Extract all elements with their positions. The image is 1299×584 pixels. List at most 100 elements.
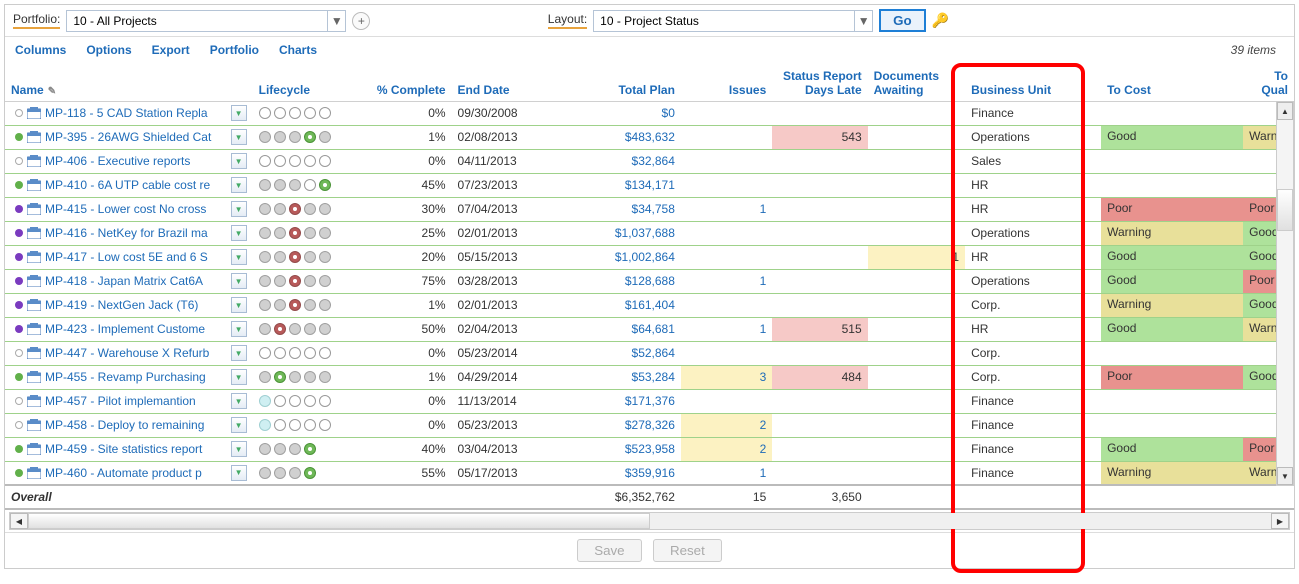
menu-options[interactable]: Options	[86, 43, 131, 57]
project-link[interactable]: MP-460 - Automate product p	[45, 466, 227, 480]
row-menu-button[interactable]: ▼	[231, 225, 247, 241]
col-plan[interactable]: Total Plan	[573, 63, 681, 101]
row-menu-button[interactable]: ▼	[231, 441, 247, 457]
to-cost	[1101, 101, 1243, 125]
project-link[interactable]: MP-415 - Lower cost No cross	[45, 202, 227, 216]
vscroll-thumb[interactable]	[1277, 189, 1293, 231]
project-link[interactable]: MP-455 - Revamp Purchasing	[45, 370, 227, 384]
row-menu-button[interactable]: ▼	[231, 273, 247, 289]
business-unit: Sales	[965, 149, 1101, 173]
phase-dot-icon	[304, 347, 316, 359]
col-end[interactable]: End Date	[452, 63, 574, 101]
row-menu-button[interactable]: ▼	[231, 297, 247, 313]
col-name[interactable]: Name✎	[5, 63, 253, 101]
go-button[interactable]: Go	[879, 9, 926, 32]
horizontal-scrollbar[interactable]: ◀ ▶	[9, 512, 1290, 530]
row-menu-button[interactable]: ▼	[231, 105, 247, 121]
layout-combo[interactable]: ▼	[593, 10, 873, 32]
end-date: 02/01/2013	[452, 293, 574, 317]
phase-dot-icon	[274, 275, 286, 287]
row-menu-button[interactable]: ▼	[231, 153, 247, 169]
phase-dot-icon	[259, 227, 271, 239]
project-link[interactable]: MP-417 - Low cost 5E and 6 S	[45, 250, 227, 264]
issues[interactable]: 1	[681, 317, 772, 341]
scroll-up-icon[interactable]: ▲	[1277, 102, 1293, 120]
col-bu[interactable]: Business Unit	[965, 63, 1101, 101]
col-lifecycle[interactable]: Lifecycle	[253, 63, 352, 101]
portfolio-combo[interactable]: ▼	[66, 10, 346, 32]
project-link[interactable]: MP-118 - 5 CAD Station Repla	[45, 106, 227, 120]
chevron-down-icon[interactable]: ▼	[327, 11, 345, 31]
menu-export[interactable]: Export	[152, 43, 190, 57]
project-link[interactable]: MP-418 - Japan Matrix Cat6A	[45, 274, 227, 288]
phase-dot-icon	[304, 371, 316, 383]
pencil-icon[interactable]: ✎	[48, 86, 56, 97]
project-icon	[27, 131, 41, 143]
menu-portfolio[interactable]: Portfolio	[210, 43, 259, 57]
add-portfolio-button[interactable]: +	[352, 12, 370, 30]
issues[interactable]: 1	[681, 461, 772, 485]
to-cost	[1101, 173, 1243, 197]
issues[interactable]: 3	[681, 365, 772, 389]
lifecycle-indicator	[259, 299, 346, 311]
table-row: MP-410 - 6A UTP cable cost re▼45%07/23/2…	[5, 173, 1294, 197]
issues[interactable]: 2	[681, 437, 772, 461]
row-menu-button[interactable]: ▼	[231, 345, 247, 361]
scroll-down-icon[interactable]: ▼	[1277, 467, 1293, 485]
col-cost[interactable]: To Cost	[1101, 63, 1243, 101]
row-menu-button[interactable]: ▼	[231, 249, 247, 265]
project-link[interactable]: MP-419 - NextGen Jack (T6)	[45, 298, 227, 312]
project-link[interactable]: MP-423 - Implement Custome	[45, 322, 227, 336]
scroll-right-icon[interactable]: ▶	[1271, 513, 1289, 529]
row-menu-button[interactable]: ▼	[231, 417, 247, 433]
menu-charts[interactable]: Charts	[279, 43, 317, 57]
project-link[interactable]: MP-416 - NetKey for Brazil ma	[45, 226, 227, 240]
col-pct[interactable]: % Complete	[352, 63, 451, 101]
row-menu-button[interactable]: ▼	[231, 369, 247, 385]
row-menu-button[interactable]: ▼	[231, 321, 247, 337]
project-icon	[27, 251, 41, 263]
col-docs[interactable]: Documents Awaiting	[868, 63, 965, 101]
col-qual[interactable]: To Qual	[1243, 63, 1294, 101]
scroll-left-icon[interactable]: ◀	[10, 513, 28, 529]
table-row: MP-455 - Revamp Purchasing▼1%04/29/2014$…	[5, 365, 1294, 389]
table-row: MP-457 - Pilot implemantion▼0%11/13/2014…	[5, 389, 1294, 413]
status-dot-icon	[15, 229, 23, 237]
menu-columns[interactable]: Columns	[15, 43, 66, 57]
issues[interactable]: 1	[681, 197, 772, 221]
col-issues[interactable]: Issues	[681, 63, 772, 101]
row-menu-button[interactable]: ▼	[231, 129, 247, 145]
project-icon	[27, 371, 41, 383]
vertical-scrollbar[interactable]: ▲ ▼	[1276, 101, 1294, 486]
docs-awaiting	[868, 149, 965, 173]
issues[interactable]: 2	[681, 413, 772, 437]
pct-complete: 30%	[352, 197, 451, 221]
row-menu-button[interactable]: ▼	[231, 201, 247, 217]
header-row: Name✎ Lifecycle % Complete End Date Tota…	[5, 63, 1294, 101]
chevron-down-icon[interactable]: ▼	[854, 11, 872, 31]
phase-dot-icon	[319, 395, 331, 407]
col-days-late[interactable]: Status Report Days Late	[772, 63, 867, 101]
project-link[interactable]: MP-457 - Pilot implemantion	[45, 394, 227, 408]
project-link[interactable]: MP-410 - 6A UTP cable cost re	[45, 178, 227, 192]
layout-input[interactable]	[594, 12, 854, 30]
hscroll-thumb[interactable]	[28, 513, 650, 529]
row-menu-button[interactable]: ▼	[231, 465, 247, 481]
status-dot-icon	[15, 421, 23, 429]
project-link[interactable]: MP-447 - Warehouse X Refurb	[45, 346, 227, 360]
save-button[interactable]: Save	[577, 539, 641, 562]
lifecycle-indicator	[259, 395, 346, 407]
portfolio-input[interactable]	[67, 12, 327, 30]
reset-button[interactable]: Reset	[653, 539, 722, 562]
row-menu-button[interactable]: ▼	[231, 393, 247, 409]
issues[interactable]: 1	[681, 269, 772, 293]
key-icon[interactable]: 🔑	[932, 12, 949, 29]
project-link[interactable]: MP-459 - Site statistics report	[45, 442, 227, 456]
project-link[interactable]: MP-458 - Deploy to remaining	[45, 418, 227, 432]
pct-complete: 0%	[352, 413, 451, 437]
phase-dot-icon	[274, 227, 286, 239]
phase-dot-icon	[289, 131, 301, 143]
project-link[interactable]: MP-395 - 26AWG Shielded Cat	[45, 130, 227, 144]
project-link[interactable]: MP-406 - Executive reports	[45, 154, 227, 168]
row-menu-button[interactable]: ▼	[231, 177, 247, 193]
